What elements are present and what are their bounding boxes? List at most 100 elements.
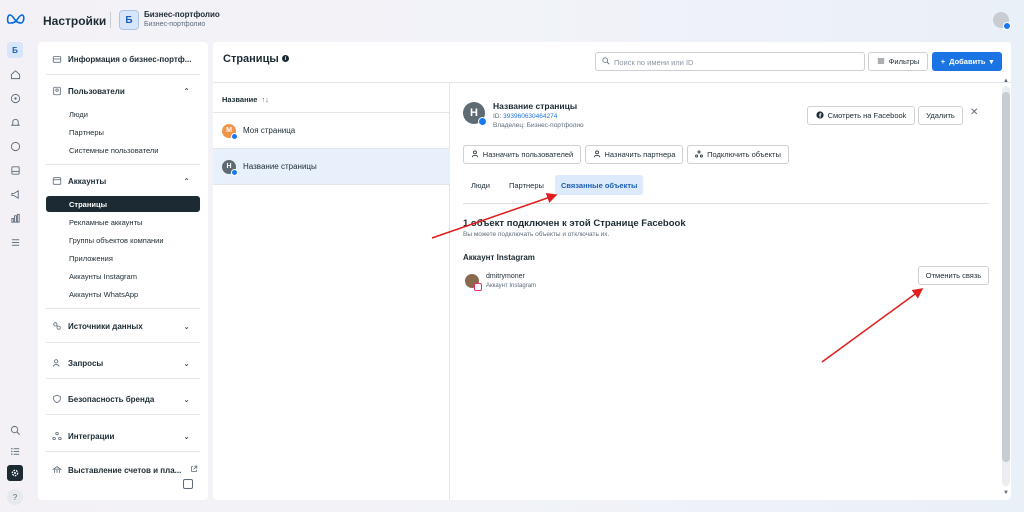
search-icon[interactable] <box>7 422 23 438</box>
scroll-up-icon[interactable]: ▲ <box>1003 78 1009 84</box>
nav-data-sources-label: Источники данных <box>68 321 143 331</box>
view-on-facebook-label: Смотреть на Facebook <box>827 111 907 120</box>
business-name[interactable]: Бизнес-портфолио <box>144 10 220 19</box>
nav-item-whatsapp-accounts[interactable]: Аккаунты WhatsApp <box>46 286 200 302</box>
page-name: Моя страница <box>243 126 296 135</box>
business-info-icon <box>52 54 62 64</box>
settings-nav: Информация о бизнес-портф... Пользовател… <box>38 42 208 500</box>
instagram-avatar <box>465 274 482 291</box>
user-icon <box>593 150 601 160</box>
delete-button[interactable]: Удалить <box>918 106 963 125</box>
nav-business-info-label: Информация о бизнес-портф... <box>68 54 192 64</box>
facebook-icon <box>815 110 824 121</box>
nav-item-pages[interactable]: Страницы <box>46 196 200 212</box>
nav-business-info[interactable]: Информация о бизнес-портф... <box>38 50 208 68</box>
search-placeholder: Поиск по имени или ID <box>614 58 694 67</box>
nav-billing-label: Выставление счетов и пла... <box>68 465 182 475</box>
nav-item-instagram-accounts[interactable]: Аккаунты Instagram <box>46 268 200 284</box>
nav-brand-safety-label: Безопасность бренда <box>68 394 155 404</box>
scroll-down-icon[interactable]: ▼ <box>1003 490 1009 496</box>
detail-avatar-letter: Н <box>470 107 478 119</box>
tab-connected-objects[interactable]: Связанные объекты <box>555 175 644 195</box>
list-item[interactable]: М Моя страница <box>213 112 450 148</box>
facebook-badge-icon <box>478 117 487 126</box>
nav-accounts[interactable]: Аккаунты ⌃ <box>38 172 208 190</box>
user-icon <box>471 150 479 160</box>
compass-icon[interactable] <box>7 90 23 106</box>
title-separator <box>110 12 111 28</box>
connected-heading: 1 объект подключен к этой Странице Faceb… <box>463 218 686 229</box>
instagram-account-type: Аккаунт Instagram <box>486 283 537 289</box>
chevron-down-icon: ⌄ <box>183 358 190 368</box>
view-on-facebook-button[interactable]: Смотреть на Facebook <box>807 106 915 125</box>
collapse-panel-icon[interactable] <box>183 479 193 489</box>
facebook-badge-icon <box>231 168 238 176</box>
detail-owner: Владелец: Бизнес-портфолио <box>493 122 584 129</box>
nav-item-partners[interactable]: Партнеры <box>46 124 200 140</box>
chat-icon[interactable] <box>7 138 23 154</box>
help-icon[interactable]: ? <box>7 489 23 505</box>
nav-integrations[interactable]: Интеграции ⌄ <box>38 427 208 445</box>
list-item[interactable]: Н Название страницы <box>213 148 450 184</box>
users-icon <box>52 86 62 96</box>
nav-divider <box>46 74 200 75</box>
connect-objects-button[interactable]: Подключить объекты <box>687 145 789 164</box>
nav-billing[interactable]: Выставление счетов и пла... <box>38 461 208 479</box>
id-value[interactable]: 393960630464274 <box>503 113 557 120</box>
add-button[interactable]: + Добавить ▾ <box>932 52 1002 71</box>
tab-partners[interactable]: Партнеры <box>503 175 550 195</box>
assign-partner-button[interactable]: Назначить партнера <box>585 145 683 164</box>
nav-item-system-users[interactable]: Системные пользователи <box>46 142 200 158</box>
nav-item-business-asset-groups[interactable]: Группы объектов компании <box>46 232 200 248</box>
close-icon[interactable]: ✕ <box>970 107 978 118</box>
unlink-button[interactable]: Отменить связь <box>918 266 989 285</box>
tab-people[interactable]: Люди <box>465 175 496 195</box>
nav-divider <box>46 378 200 379</box>
page-title: Страницы <box>223 53 279 65</box>
scrollbar[interactable]: ▲ ▼ <box>1001 78 1011 500</box>
search-input[interactable]: Поиск по имени или ID <box>595 52 865 71</box>
scrollbar-thumb[interactable] <box>1002 92 1010 462</box>
user-avatar[interactable] <box>993 12 1011 30</box>
add-label: Добавить <box>949 57 986 66</box>
rail-business-icon[interactable]: Б <box>7 42 23 58</box>
facebook-badge-icon <box>231 132 238 140</box>
page-avatar: Н <box>222 159 238 176</box>
nav-item-apps[interactable]: Приложения <box>46 250 200 266</box>
page-name: Название страницы <box>243 162 317 171</box>
billing-icon <box>52 465 62 475</box>
meta-logo-icon[interactable] <box>6 9 26 29</box>
nav-item-people[interactable]: Люди <box>46 106 200 122</box>
external-link-icon[interactable] <box>190 465 198 475</box>
nav-requests[interactable]: Запросы ⌄ <box>38 354 208 372</box>
settings-gear-icon[interactable] <box>7 465 23 481</box>
home-icon[interactable] <box>7 66 23 82</box>
assign-users-label: Назначить пользователей <box>482 150 574 159</box>
pages-icon[interactable] <box>7 162 23 178</box>
business-avatar[interactable]: Б <box>119 10 139 30</box>
nav-divider <box>46 414 200 415</box>
chevron-up-icon: ⌃ <box>183 86 190 96</box>
nav-data-sources[interactable]: Источники данных ⌄ <box>38 317 208 335</box>
megaphone-icon[interactable] <box>7 186 23 202</box>
info-icon[interactable]: i <box>282 55 289 62</box>
nav-item-ad-accounts[interactable]: Рекламные аккаунты <box>46 214 200 230</box>
detail-page-id: ID: 393960630464274 <box>493 113 557 120</box>
list-icon[interactable] <box>7 443 23 459</box>
pages-list: Название ↑↓ М Моя страница Н Название ст… <box>213 83 450 500</box>
column-header-label: Название <box>222 95 258 104</box>
nav-integrations-label: Интеграции <box>68 431 115 441</box>
top-bar: Настройки Б Бизнес-портфолио Бизнес-порт… <box>0 0 1024 40</box>
nav-users[interactable]: Пользователи ⌃ <box>38 82 208 100</box>
main-panel: Страницы i Поиск по имени или ID Фильтры… <box>213 42 1011 500</box>
instagram-icon <box>474 283 482 291</box>
bell-icon[interactable] <box>7 114 23 130</box>
filters-button[interactable]: Фильтры <box>868 52 928 71</box>
nav-brand-safety[interactable]: Безопасность бренда ⌄ <box>38 390 208 408</box>
integrations-icon <box>52 431 62 441</box>
chart-icon[interactable] <box>7 210 23 226</box>
column-header-name[interactable]: Название ↑↓ <box>222 95 269 104</box>
menu-icon[interactable] <box>7 234 23 250</box>
sort-icon: ↑↓ <box>261 95 269 104</box>
assign-users-button[interactable]: Назначить пользователей <box>463 145 581 164</box>
